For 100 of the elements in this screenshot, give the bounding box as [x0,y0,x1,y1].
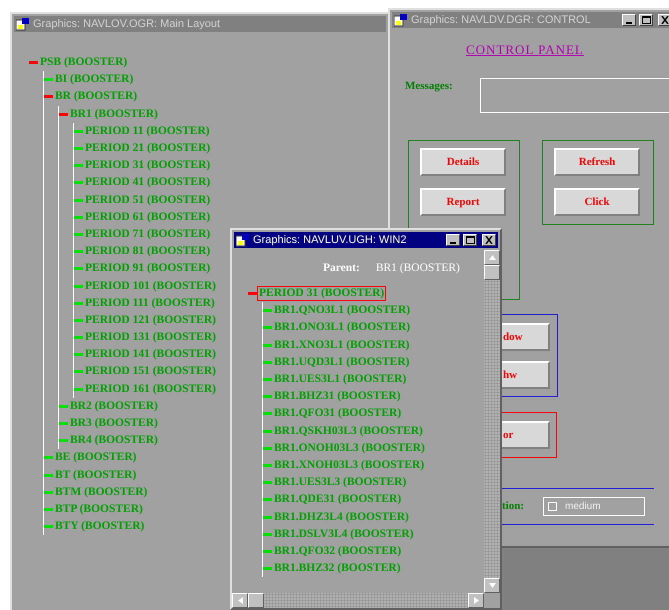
scroll-right-button[interactable] [468,593,484,608]
tree-item[interactable]: BR1.QDE31 (BOOSTER) [272,492,404,508]
leaf-marker[interactable] [263,344,272,347]
tree-item[interactable]: BT (BOOSTER) [53,468,138,483]
leaf-marker[interactable] [263,430,272,433]
tree-item[interactable]: BTP (BOOSTER) [53,502,145,517]
tree-item[interactable]: BR2 (BOOSTER) [68,398,160,414]
tree-item[interactable]: PERIOD 151 (BOOSTER) [83,364,218,380]
leaf-marker[interactable] [74,147,83,150]
tree-item[interactable]: BR1.QFO32 (BOOSTER) [272,544,404,559]
panel-button[interactable]: dow [502,323,550,351]
leaf-marker[interactable] [263,567,272,570]
tree-item[interactable]: BR1.DSLV3L4 (BOOSTER) [272,526,416,542]
leaf-marker[interactable] [263,412,272,416]
tree-item[interactable]: PERIOD 61 (BOOSTER) [83,210,212,225]
tree-item[interactable]: PERIOD 101 (BOOSTER) [83,278,218,294]
horizontal-scrollbar[interactable] [232,593,484,608]
tree-item[interactable]: PERIOD 71 (BOOSTER) [83,226,212,242]
leaf-marker[interactable] [263,481,272,484]
tree-item[interactable]: PERIOD 41 (BOOSTER) [83,175,212,190]
collapse-marker[interactable] [248,292,257,296]
leaf-marker[interactable] [74,164,83,168]
leaf-marker[interactable] [263,326,272,330]
leaf-marker[interactable] [74,336,83,340]
leaf-marker[interactable] [74,216,83,219]
leaf-marker[interactable] [263,446,272,450]
leaf-marker[interactable] [59,439,68,442]
tree-item[interactable]: BR1.BHZ31 (BOOSTER) [272,389,403,404]
tree-item[interactable]: PERIOD 31 (BOOSTER) [257,286,386,302]
panel-button[interactable]: or [502,421,550,449]
leaf-marker[interactable] [263,516,272,519]
collapse-marker[interactable] [44,95,53,98]
tree-item[interactable]: PERIOD 91 (BOOSTER) [83,261,212,276]
tree-item[interactable]: BR3 (BOOSTER) [68,416,160,432]
tree-item[interactable]: BR (BOOSTER) [53,89,140,104]
leaf-marker[interactable] [74,370,83,374]
tree-item[interactable]: PERIOD 31 (BOOSTER) [83,158,212,174]
leaf-marker[interactable] [263,464,272,467]
leaf-marker[interactable] [44,525,53,528]
panel-button[interactable]: hw [502,361,550,389]
leaf-marker[interactable] [59,422,68,426]
leaf-marker[interactable] [74,267,83,270]
leaf-marker[interactable] [74,302,83,305]
panel-button[interactable]: Refresh [554,148,640,176]
leaf-marker[interactable] [44,456,53,460]
tree-item[interactable]: BR1.ONO3L1 (BOOSTER) [272,320,412,336]
leaf-marker[interactable] [74,388,83,391]
tree-item[interactable]: PSB (BOOSTER) [38,55,130,70]
panel-button[interactable]: Click [554,188,640,216]
leaf-marker[interactable] [74,198,83,202]
tree-item[interactable]: BR1.QNO3L1 (BOOSTER) [272,303,412,318]
tree-item[interactable]: PERIOD 11 (BOOSTER) [83,124,212,139]
maximize-button[interactable] [639,14,653,26]
collapse-marker[interactable] [29,61,38,64]
tree-item[interactable]: PERIOD 131 (BOOSTER) [83,330,218,346]
leaf-marker[interactable] [44,78,53,82]
tree-item[interactable]: BR1.UQD3L1 (BOOSTER) [272,354,412,370]
tree-item[interactable]: BR1.QFO31 (BOOSTER) [272,406,404,422]
leaf-marker[interactable] [74,318,83,322]
option-field[interactable]: medium [543,497,645,516]
tree-item[interactable]: BR1.QSKH03L3 (BOOSTER) [272,424,425,439]
scroll-up-button[interactable] [484,250,500,265]
leaf-marker[interactable] [44,508,53,511]
leaf-marker[interactable] [263,360,272,364]
leaf-marker[interactable] [263,550,272,553]
tree-item[interactable]: BTY (BOOSTER) [53,519,146,534]
tree-item[interactable]: BI (BOOSTER) [53,72,136,88]
scroll-left-button[interactable] [232,593,248,608]
tree-item[interactable]: BR1.BHZ32 (BOOSTER) [272,561,403,576]
collapse-marker[interactable] [59,112,68,116]
tree-item[interactable]: BR4 (BOOSTER) [68,433,160,448]
vertical-scrollbar[interactable] [484,250,500,593]
leaf-marker[interactable] [59,404,68,408]
leaf-marker[interactable] [74,284,83,288]
leaf-marker[interactable] [263,378,272,382]
maximize-button[interactable] [463,234,477,246]
tree-item[interactable]: BR1.UES3L1 (BOOSTER) [272,372,408,388]
tree-item[interactable]: BR1 (BOOSTER) [68,106,160,122]
tree-item[interactable]: BR1.XNOH03L3 (BOOSTER) [272,458,426,473]
leaf-marker[interactable] [74,232,83,236]
tree-item[interactable]: BR1.XNO3L1 (BOOSTER) [272,338,412,353]
scroll-thumb[interactable] [484,265,500,280]
scroll-down-button[interactable] [484,578,500,593]
leaf-marker[interactable] [44,474,53,477]
tree-item[interactable]: BE (BOOSTER) [53,450,138,466]
scroll-thumb[interactable] [248,593,264,608]
tree-item[interactable]: BR1.UES3L3 (BOOSTER) [272,475,408,490]
tree-item[interactable]: BR1.DHZ3L4 (BOOSTER) [272,510,411,525]
tree-item[interactable]: PERIOD 121 (BOOSTER) [83,312,218,328]
panel-button[interactable]: Report [420,188,506,216]
leaf-marker[interactable] [74,130,83,133]
leaf-marker[interactable] [263,395,272,398]
minimize-button[interactable] [622,14,636,26]
leaf-marker[interactable] [263,532,272,536]
leaf-marker[interactable] [74,181,83,184]
leaf-marker[interactable] [44,490,53,494]
tree-item[interactable]: PERIOD 161 (BOOSTER) [83,382,218,397]
tree-item[interactable]: BTM (BOOSTER) [53,484,150,500]
tree-item[interactable]: PERIOD 141 (BOOSTER) [83,347,218,362]
leaf-marker[interactable] [74,353,83,356]
